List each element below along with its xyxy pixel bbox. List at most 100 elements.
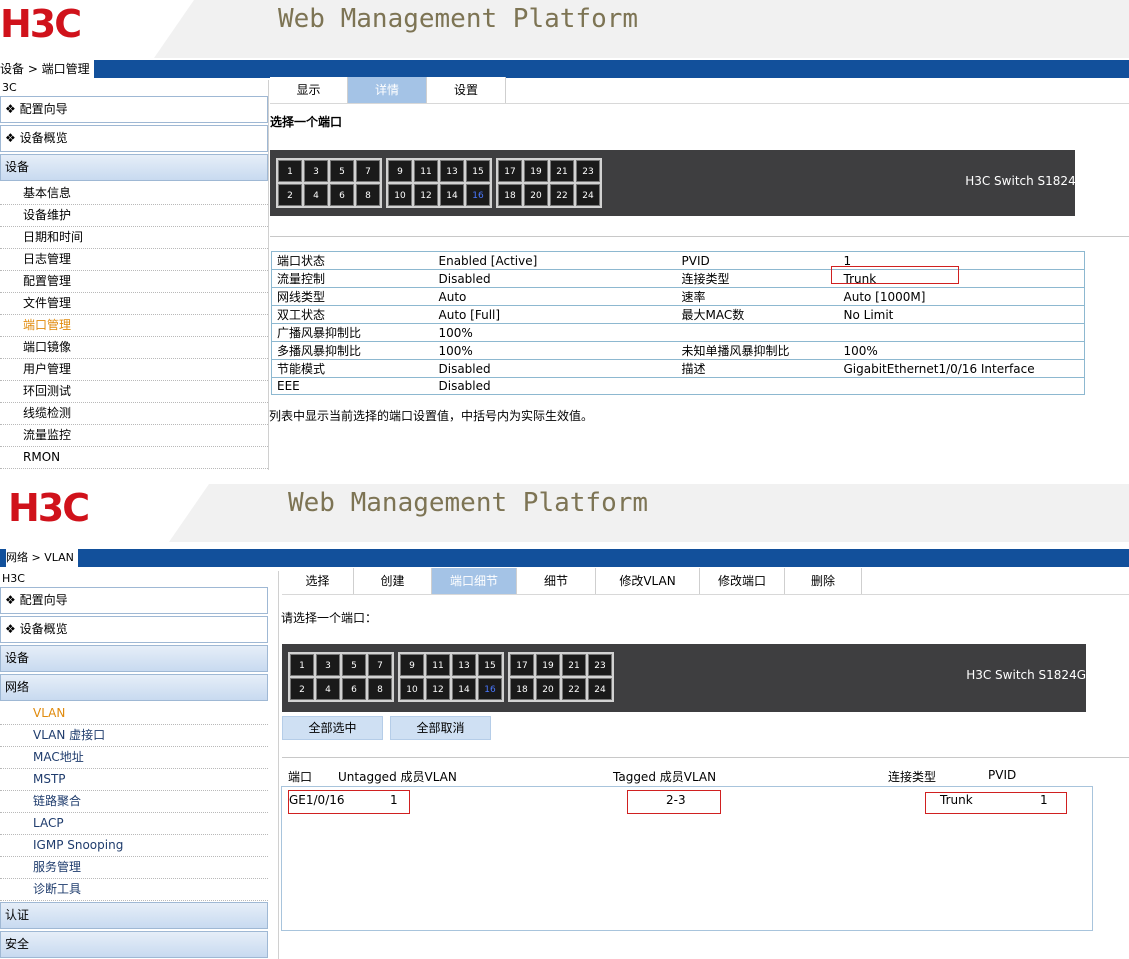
switch-port[interactable]: 1: [290, 654, 314, 676]
switch-port[interactable]: 13: [452, 654, 476, 676]
switch-port[interactable]: 6: [330, 184, 354, 206]
tab[interactable]: 细节: [517, 568, 596, 594]
switch-port[interactable]: 11: [426, 654, 450, 676]
switch-port[interactable]: 8: [368, 678, 392, 700]
select-all-button[interactable]: 全部选中: [282, 716, 383, 740]
switch-port[interactable]: 18: [510, 678, 534, 700]
sidebar-item[interactable]: 文件管理: [0, 293, 268, 315]
sidebar-section-device[interactable]: 设备: [0, 645, 268, 672]
sidebar-item[interactable]: 基本信息: [0, 183, 268, 205]
switch-port[interactable]: 8: [356, 184, 380, 206]
breadcrumb[interactable]: 网络 > VLAN: [6, 549, 78, 567]
tab[interactable]: 端口细节: [432, 568, 517, 594]
sidebar-section-security[interactable]: 安全: [0, 931, 268, 958]
switch-port[interactable]: 4: [304, 184, 328, 206]
sidebar-item[interactable]: 服务管理: [0, 857, 268, 879]
tab[interactable]: 显示: [270, 77, 348, 103]
switch-port[interactable]: 3: [304, 160, 328, 182]
sidebar-item[interactable]: MAC地址: [0, 747, 268, 769]
sidebar-item[interactable]: 链路聚合: [0, 791, 268, 813]
switch-port[interactable]: 9: [400, 654, 424, 676]
switch-port[interactable]: 9: [388, 160, 412, 182]
switch-port[interactable]: 18: [498, 184, 522, 206]
sidebar-section-network[interactable]: 网络: [0, 674, 268, 701]
sidebar-item[interactable]: LACP: [0, 813, 268, 835]
sidebar-device-overview[interactable]: ❖ 设备概览: [0, 125, 268, 152]
sidebar-device-overview[interactable]: ❖ 设备概览: [0, 616, 268, 643]
switch-port[interactable]: 10: [400, 678, 424, 700]
switch-port[interactable]: 13: [440, 160, 464, 182]
row-port[interactable]: GE1/0/16: [289, 793, 345, 807]
detail-cell: EEE: [271, 377, 434, 395]
sidebar-item[interactable]: 流量监控: [0, 425, 268, 447]
switch-port[interactable]: 17: [510, 654, 534, 676]
switch-port[interactable]: 21: [562, 654, 586, 676]
switch-port[interactable]: 3: [316, 654, 340, 676]
switch-port[interactable]: 16: [478, 678, 502, 700]
sidebar-item[interactable]: 线缆检测: [0, 403, 268, 425]
switch-port[interactable]: 16: [466, 184, 490, 206]
sidebar-item[interactable]: VLAN 虚接口: [0, 725, 268, 747]
sidebar-item[interactable]: RMON: [0, 447, 268, 469]
switch-port[interactable]: 7: [356, 160, 380, 182]
switch-port[interactable]: 15: [478, 654, 502, 676]
sidebar-item[interactable]: 日志管理: [0, 249, 268, 271]
tab[interactable]: 修改VLAN: [596, 568, 700, 594]
switch-port[interactable]: 24: [588, 678, 612, 700]
sidebar-item[interactable]: 设备维护: [0, 205, 268, 227]
deselect-all-button[interactable]: 全部取消: [390, 716, 491, 740]
switch-port[interactable]: 12: [414, 184, 438, 206]
port-group: 9 11 13 15 10 12 14 16: [398, 652, 504, 702]
port-group: 17 19 21 23 18 20 22 24: [496, 158, 602, 208]
switch-port[interactable]: 4: [316, 678, 340, 700]
switch-port[interactable]: 2: [290, 678, 314, 700]
sidebar-item[interactable]: MSTP: [0, 769, 268, 791]
switch-port[interactable]: 12: [426, 678, 450, 700]
switch-port[interactable]: 14: [440, 184, 464, 206]
sidebar-item[interactable]: 端口管理: [0, 315, 268, 337]
detail-row: 网线类型 Auto 速率 Auto [1000M]: [271, 287, 1085, 306]
tab[interactable]: 详情: [348, 77, 427, 103]
switch-port[interactable]: 19: [524, 160, 548, 182]
switch-port[interactable]: 6: [342, 678, 366, 700]
switch-port[interactable]: 15: [466, 160, 490, 182]
switch-port[interactable]: 1: [278, 160, 302, 182]
sidebar-item[interactable]: 端口镜像: [0, 337, 268, 359]
switch-port[interactable]: 7: [368, 654, 392, 676]
tab[interactable]: 删除: [785, 568, 862, 594]
switch-port[interactable]: 24: [576, 184, 600, 206]
tab[interactable]: 设置: [427, 77, 506, 103]
switch-port[interactable]: 17: [498, 160, 522, 182]
switch-port[interactable]: 5: [342, 654, 366, 676]
switch-port[interactable]: 20: [524, 184, 548, 206]
col-port: 端口: [288, 770, 313, 784]
sidebar-config-wizard[interactable]: ❖ 配置向导: [0, 96, 268, 123]
switch-port[interactable]: 22: [562, 678, 586, 700]
detail-cell: [676, 377, 839, 395]
tab[interactable]: 修改端口: [700, 568, 785, 594]
sidebar-item[interactable]: 环回测试: [0, 381, 268, 403]
breadcrumb[interactable]: 设备 > 端口管理: [0, 60, 94, 78]
sidebar-item[interactable]: 日期和时间: [0, 227, 268, 249]
sidebar-item[interactable]: 配置管理: [0, 271, 268, 293]
switch-port[interactable]: 10: [388, 184, 412, 206]
switch-port[interactable]: 19: [536, 654, 560, 676]
sidebar-section-device[interactable]: 设备: [0, 154, 268, 181]
tab[interactable]: 创建: [354, 568, 432, 594]
switch-port[interactable]: 2: [278, 184, 302, 206]
switch-port[interactable]: 11: [414, 160, 438, 182]
switch-port[interactable]: 20: [536, 678, 560, 700]
sidebar-item[interactable]: IGMP Snooping: [0, 835, 268, 857]
tab[interactable]: 选择: [282, 568, 354, 594]
switch-port[interactable]: 23: [576, 160, 600, 182]
switch-port[interactable]: 14: [452, 678, 476, 700]
switch-port[interactable]: 23: [588, 654, 612, 676]
sidebar-config-wizard[interactable]: ❖ 配置向导: [0, 587, 268, 614]
sidebar-item[interactable]: 诊断工具: [0, 879, 268, 901]
switch-port[interactable]: 22: [550, 184, 574, 206]
sidebar-item[interactable]: VLAN: [0, 703, 268, 725]
sidebar-item[interactable]: 用户管理: [0, 359, 268, 381]
switch-port[interactable]: 5: [330, 160, 354, 182]
switch-port[interactable]: 21: [550, 160, 574, 182]
sidebar-section-auth[interactable]: 认证: [0, 902, 268, 929]
